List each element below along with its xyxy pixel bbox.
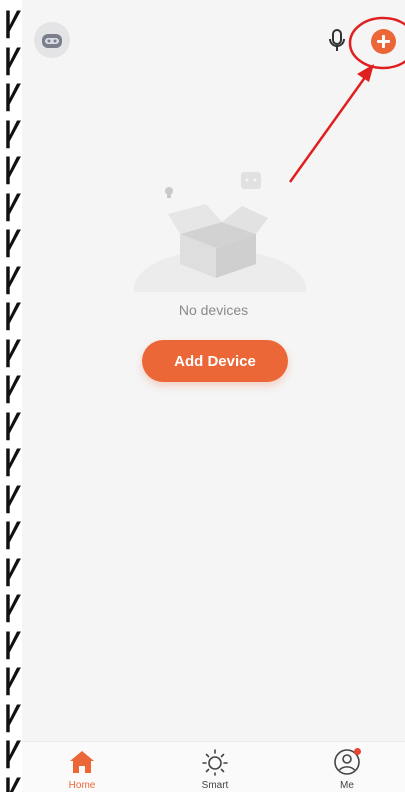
no-devices-text: No devices <box>178 302 249 318</box>
edge-glyph: Ꝩ <box>4 297 21 330</box>
tab-smart-label: Smart <box>201 780 229 791</box>
edge-glyph: Ꝩ <box>4 443 21 476</box>
edge-glyph: Ꝩ <box>4 78 21 111</box>
tab-me-label: Me <box>340 780 354 791</box>
edge-glyph: Ꝩ <box>4 333 21 367</box>
edge-glyph: Ꝩ <box>4 735 21 768</box>
edge-glyph: Ꝩ <box>4 5 21 38</box>
tab-home[interactable]: Home <box>47 748 117 792</box>
microphone-icon <box>329 29 345 51</box>
edge-glyph: Ꝩ <box>4 406 21 440</box>
add-device-button[interactable]: Add Device <box>142 340 288 382</box>
app-screen: No devices Add Device Home Smart Me <box>22 0 405 792</box>
voice-button[interactable] <box>325 27 349 55</box>
tab-home-label: Home <box>68 780 96 791</box>
add-button[interactable] <box>371 29 396 54</box>
edge-glyph: Ꝩ <box>4 370 21 403</box>
home-icon <box>70 751 94 773</box>
edge-glyph: Ꝩ <box>4 516 21 549</box>
robot-avatar-icon <box>42 34 62 48</box>
empty-box-illustration <box>134 172 306 292</box>
edge-glyph: Ꝩ <box>4 771 21 792</box>
edge-glyph: Ꝩ <box>4 224 21 257</box>
edge-glyph: Ꝩ <box>4 260 21 294</box>
pointer-arrow-head <box>357 64 374 82</box>
left-edge-strip: ꝨꝨꝨꝨꝨꝨꝨꝨꝨꝨꝨꝨꝨꝨꝨꝨꝨꝨꝨꝨꝨꝨ <box>0 0 22 792</box>
edge-glyph: Ꝩ <box>4 662 21 695</box>
avatar-button[interactable] <box>34 22 70 58</box>
edge-glyph: Ꝩ <box>4 625 21 659</box>
edge-glyph: Ꝩ <box>4 114 21 148</box>
edge-glyph: Ꝩ <box>4 187 21 221</box>
tab-smart[interactable]: Smart <box>180 748 250 792</box>
edge-glyph: Ꝩ <box>4 552 21 586</box>
edge-glyph: Ꝩ <box>4 479 21 513</box>
sun-icon <box>202 749 228 776</box>
edge-glyph: Ꝩ <box>4 589 21 622</box>
edge-glyph: Ꝩ <box>4 41 21 75</box>
edge-glyph: Ꝩ <box>4 151 21 184</box>
tab-me[interactable]: Me <box>312 748 382 792</box>
edge-glyph: Ꝩ <box>4 698 21 732</box>
bottom-tab-bar: Home Smart Me <box>22 741 405 792</box>
notification-badge <box>354 748 361 755</box>
